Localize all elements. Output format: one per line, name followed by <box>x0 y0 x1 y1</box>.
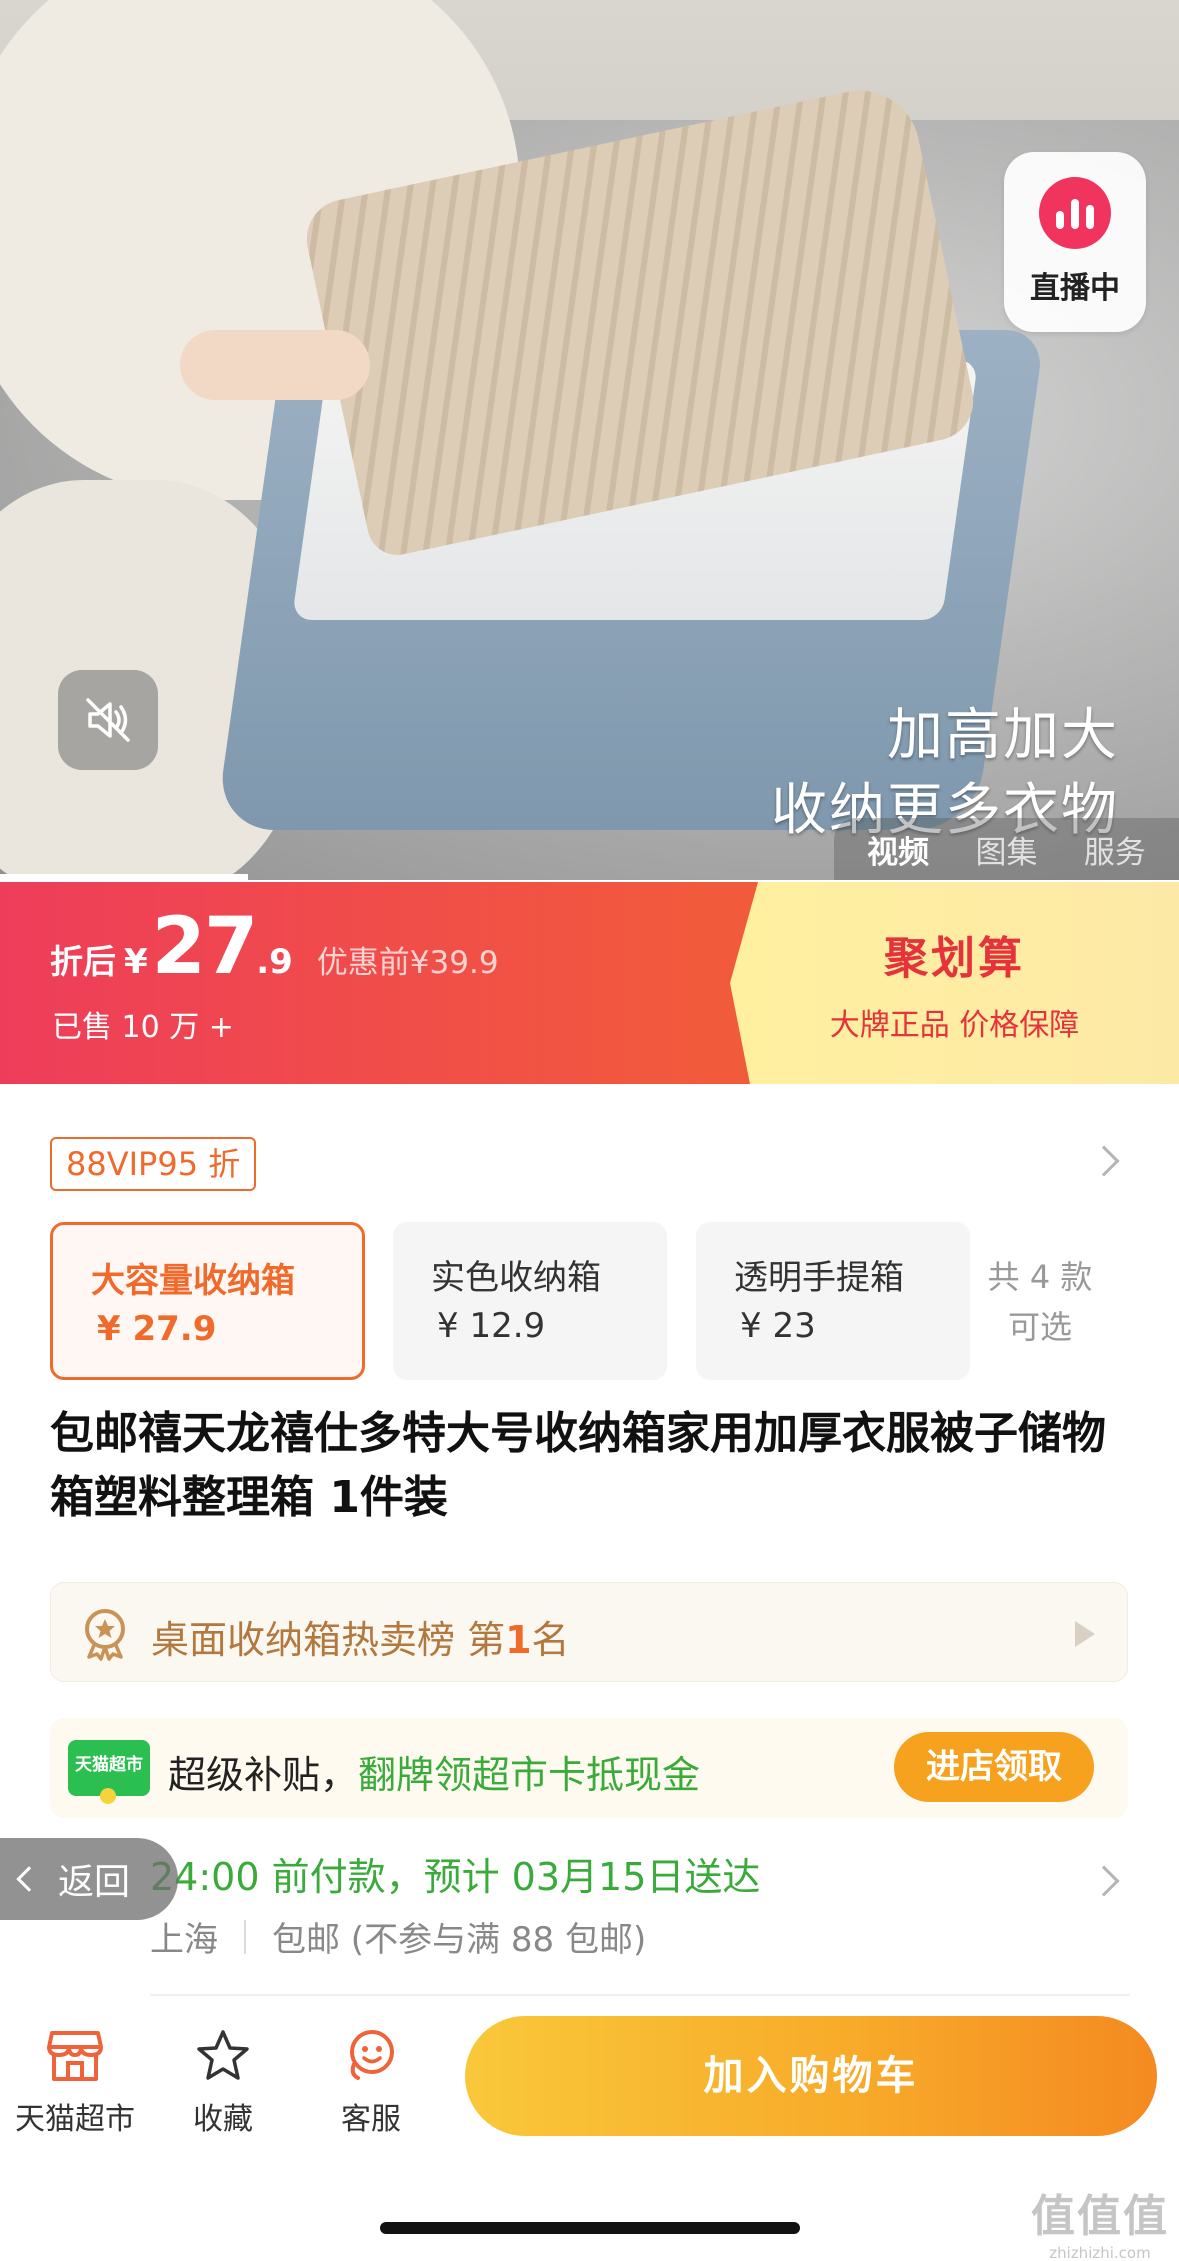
chevron-right-icon[interactable] <box>1088 1145 1120 1177</box>
delivery-estimate: 24:00 前付款，预计 03月15日送达 <box>150 1855 761 1899</box>
nav-label: 客服 <box>341 2102 401 2137</box>
chevron-left-icon <box>16 1866 42 1892</box>
nav-favorite[interactable]: 收藏 <box>148 2026 298 2138</box>
store-icon <box>47 2031 103 2081</box>
medal-icon <box>85 1609 125 1661</box>
product-video[interactable]: 加高加大 收纳更多衣物 直播中 视频 图集 服务 <box>0 0 1179 880</box>
tab-video[interactable]: 视频 <box>867 827 929 872</box>
ranking-number: 1 <box>505 1618 532 1662</box>
variant-price: ¥ 27.9 <box>97 1309 217 1349</box>
home-indicator[interactable] <box>380 2222 800 2234</box>
variant-price: ¥ 12.9 <box>437 1306 546 1346</box>
chevron-right-icon[interactable] <box>1088 1865 1120 1897</box>
live-badge[interactable]: 直播中 <box>1004 152 1146 332</box>
variant-name: 透明手提箱 <box>734 1258 904 1298</box>
ranking-bar[interactable]: 桌面收纳箱热卖榜 第1名 <box>50 1582 1128 1682</box>
back-button[interactable]: 返回 <box>0 1838 178 1920</box>
price-integer: 27 <box>151 902 259 992</box>
delivery-details: 上海 包邮 (不参与满 88 包邮) <box>150 1912 646 1961</box>
live-label: 直播中 <box>1030 271 1120 306</box>
nav-label: 天猫超市 <box>15 2102 135 2137</box>
video-progress-bar[interactable] <box>0 874 248 880</box>
customer-service-icon <box>350 2030 394 2080</box>
price-decimal: .9 <box>256 942 293 982</box>
video-caption-line1: 加高加大 <box>887 703 1119 768</box>
enter-store-button[interactable]: 进店领取 <box>894 1732 1094 1802</box>
bottom-action-bar: 天猫超市 收藏 客服 加入购物车 <box>0 2000 1179 2150</box>
media-tabs: 视频 图集 服务 <box>834 818 1179 880</box>
ranking-text: 桌面收纳箱热卖榜 第1名 <box>151 1618 570 1662</box>
variant-option[interactable]: 透明手提箱 ¥ 23 <box>696 1222 970 1380</box>
shipping-info: 包邮 (不参与满 88 包邮) <box>272 1920 647 1960</box>
variant-name: 大容量收纳箱 <box>91 1261 295 1301</box>
ship-origin: 上海 <box>150 1920 218 1960</box>
price-row: 折后 ¥ 27 .9 优惠前¥39.9 <box>50 902 499 992</box>
price-label: 折后 <box>50 942 116 981</box>
watermark-logo: 值值值 zhizhizhi.com <box>1031 2191 1169 2261</box>
subsidy-text: 超级补贴，翻牌领超市卡抵现金 <box>168 1753 701 1797</box>
variant-option[interactable]: 大容量收纳箱 ¥ 27.9 <box>50 1222 365 1380</box>
vip-discount-tag[interactable]: 88VIP95 折 <box>50 1137 257 1191</box>
variant-name: 实色收纳箱 <box>431 1258 601 1298</box>
subsidy-highlight: 翻牌领超市卡抵现金 <box>358 1753 701 1797</box>
nav-tmall-supermarket[interactable]: 天猫超市 <box>0 2026 150 2138</box>
currency-symbol: ¥ <box>124 942 148 982</box>
live-bars-icon <box>1039 177 1111 249</box>
juhuasuan-subtitle: 大牌正品 价格保障 <box>829 1008 1080 1043</box>
subsidy-bar[interactable]: 天猫超市 超级补贴，翻牌领超市卡抵现金 进店领取 <box>50 1718 1128 1818</box>
original-price: 优惠前¥39.9 <box>316 945 499 981</box>
juhuasuan-title: 聚划算 <box>884 933 1025 984</box>
more-variants-label: 可选 <box>1007 1308 1072 1346</box>
nav-label: 收藏 <box>193 2102 253 2137</box>
tab-gallery[interactable]: 图集 <box>975 827 1037 872</box>
price-banner: 折后 ¥ 27 .9 优惠前¥39.9 已售 10 万 + 聚划算 大牌正品 价… <box>0 882 1179 1084</box>
variant-option[interactable]: 实色收纳箱 ¥ 12.9 <box>393 1222 667 1380</box>
back-label: 返回 <box>58 1862 131 1903</box>
product-title: 包邮禧天龙禧仕多特大号收纳箱家用加厚衣服被子储物箱塑料整理箱 1件装 <box>50 1408 1106 1523</box>
add-to-cart-button[interactable]: 加入购物车 <box>465 2016 1157 2136</box>
sold-count: 已售 10 万 + <box>52 1010 234 1045</box>
mute-button[interactable] <box>58 670 158 770</box>
hands <box>180 330 370 400</box>
more-variants-link[interactable]: 共 4 款 可选 <box>980 1252 1100 1352</box>
variant-price: ¥ 23 <box>740 1306 816 1346</box>
tab-service[interactable]: 服务 <box>1084 827 1146 872</box>
divider <box>244 1919 246 1954</box>
juhuasuan-badge[interactable]: 聚划算 大牌正品 价格保障 <box>730 882 1179 1084</box>
play-arrow-icon <box>1075 1621 1095 1647</box>
tmall-supermarket-logo: 天猫超市 <box>68 1740 150 1804</box>
speaker-muted-icon <box>86 698 130 742</box>
divider <box>150 1994 1130 1996</box>
star-icon <box>197 2030 249 2080</box>
nav-customer-service[interactable]: 客服 <box>296 2026 446 2138</box>
more-variants-count: 共 4 款 <box>987 1258 1093 1296</box>
